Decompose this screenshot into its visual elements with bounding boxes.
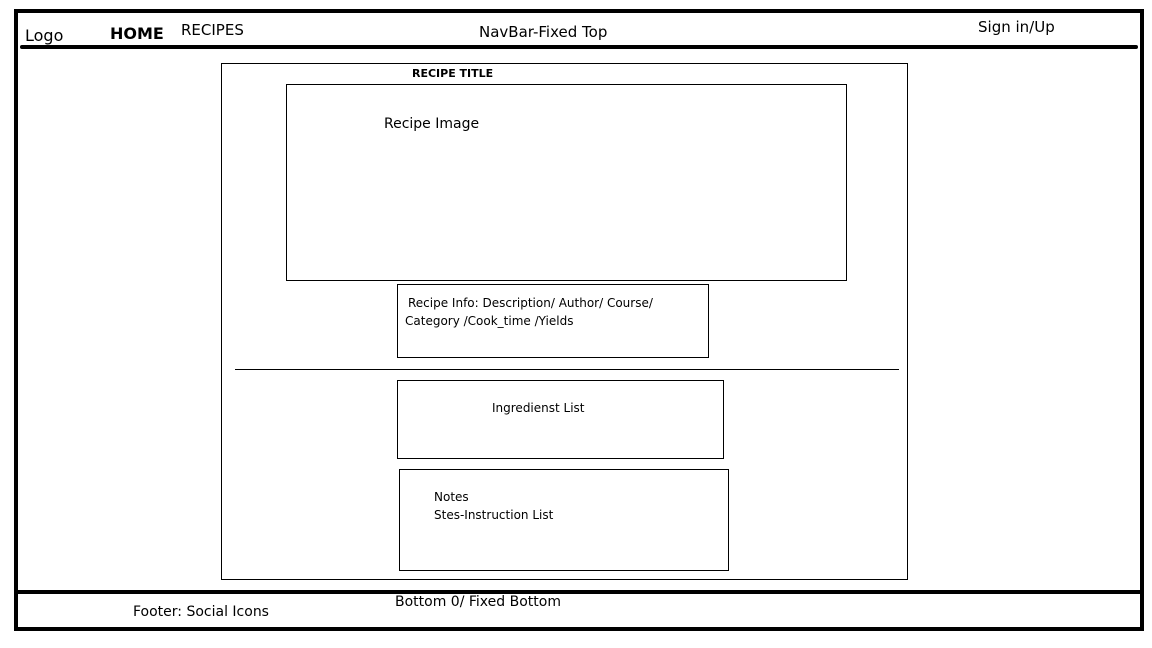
footer-caption: Bottom 0/ Fixed Bottom: [395, 594, 561, 610]
recipe-info-line-2: Category /Cook_time /Yields: [405, 314, 574, 328]
navbar-caption: NavBar-Fixed Top: [479, 23, 608, 41]
nav-recipes-link[interactable]: RECIPES: [181, 23, 244, 38]
footer-social-icons: Footer: Social Icons: [133, 604, 269, 620]
sign-in-up-link[interactable]: Sign in/Up: [978, 20, 1055, 35]
ingredients-list-box: [397, 380, 724, 459]
steps-instruction-label: Stes-Instruction List: [434, 508, 554, 522]
recipe-image: [286, 84, 847, 281]
nav-home-link[interactable]: HOME: [110, 26, 164, 42]
navbar-divider: [20, 45, 1138, 49]
logo[interactable]: Logo: [25, 28, 63, 44]
recipe-image-label: Recipe Image: [384, 116, 480, 132]
content-divider: [235, 369, 899, 370]
recipe-title: RECIPE TITLE: [412, 67, 494, 80]
ingredients-list-label: Ingredienst List: [492, 401, 585, 415]
recipe-info-line-1: Recipe Info: Description/ Author/ Course…: [408, 296, 653, 310]
notes-label: Notes: [434, 490, 469, 504]
